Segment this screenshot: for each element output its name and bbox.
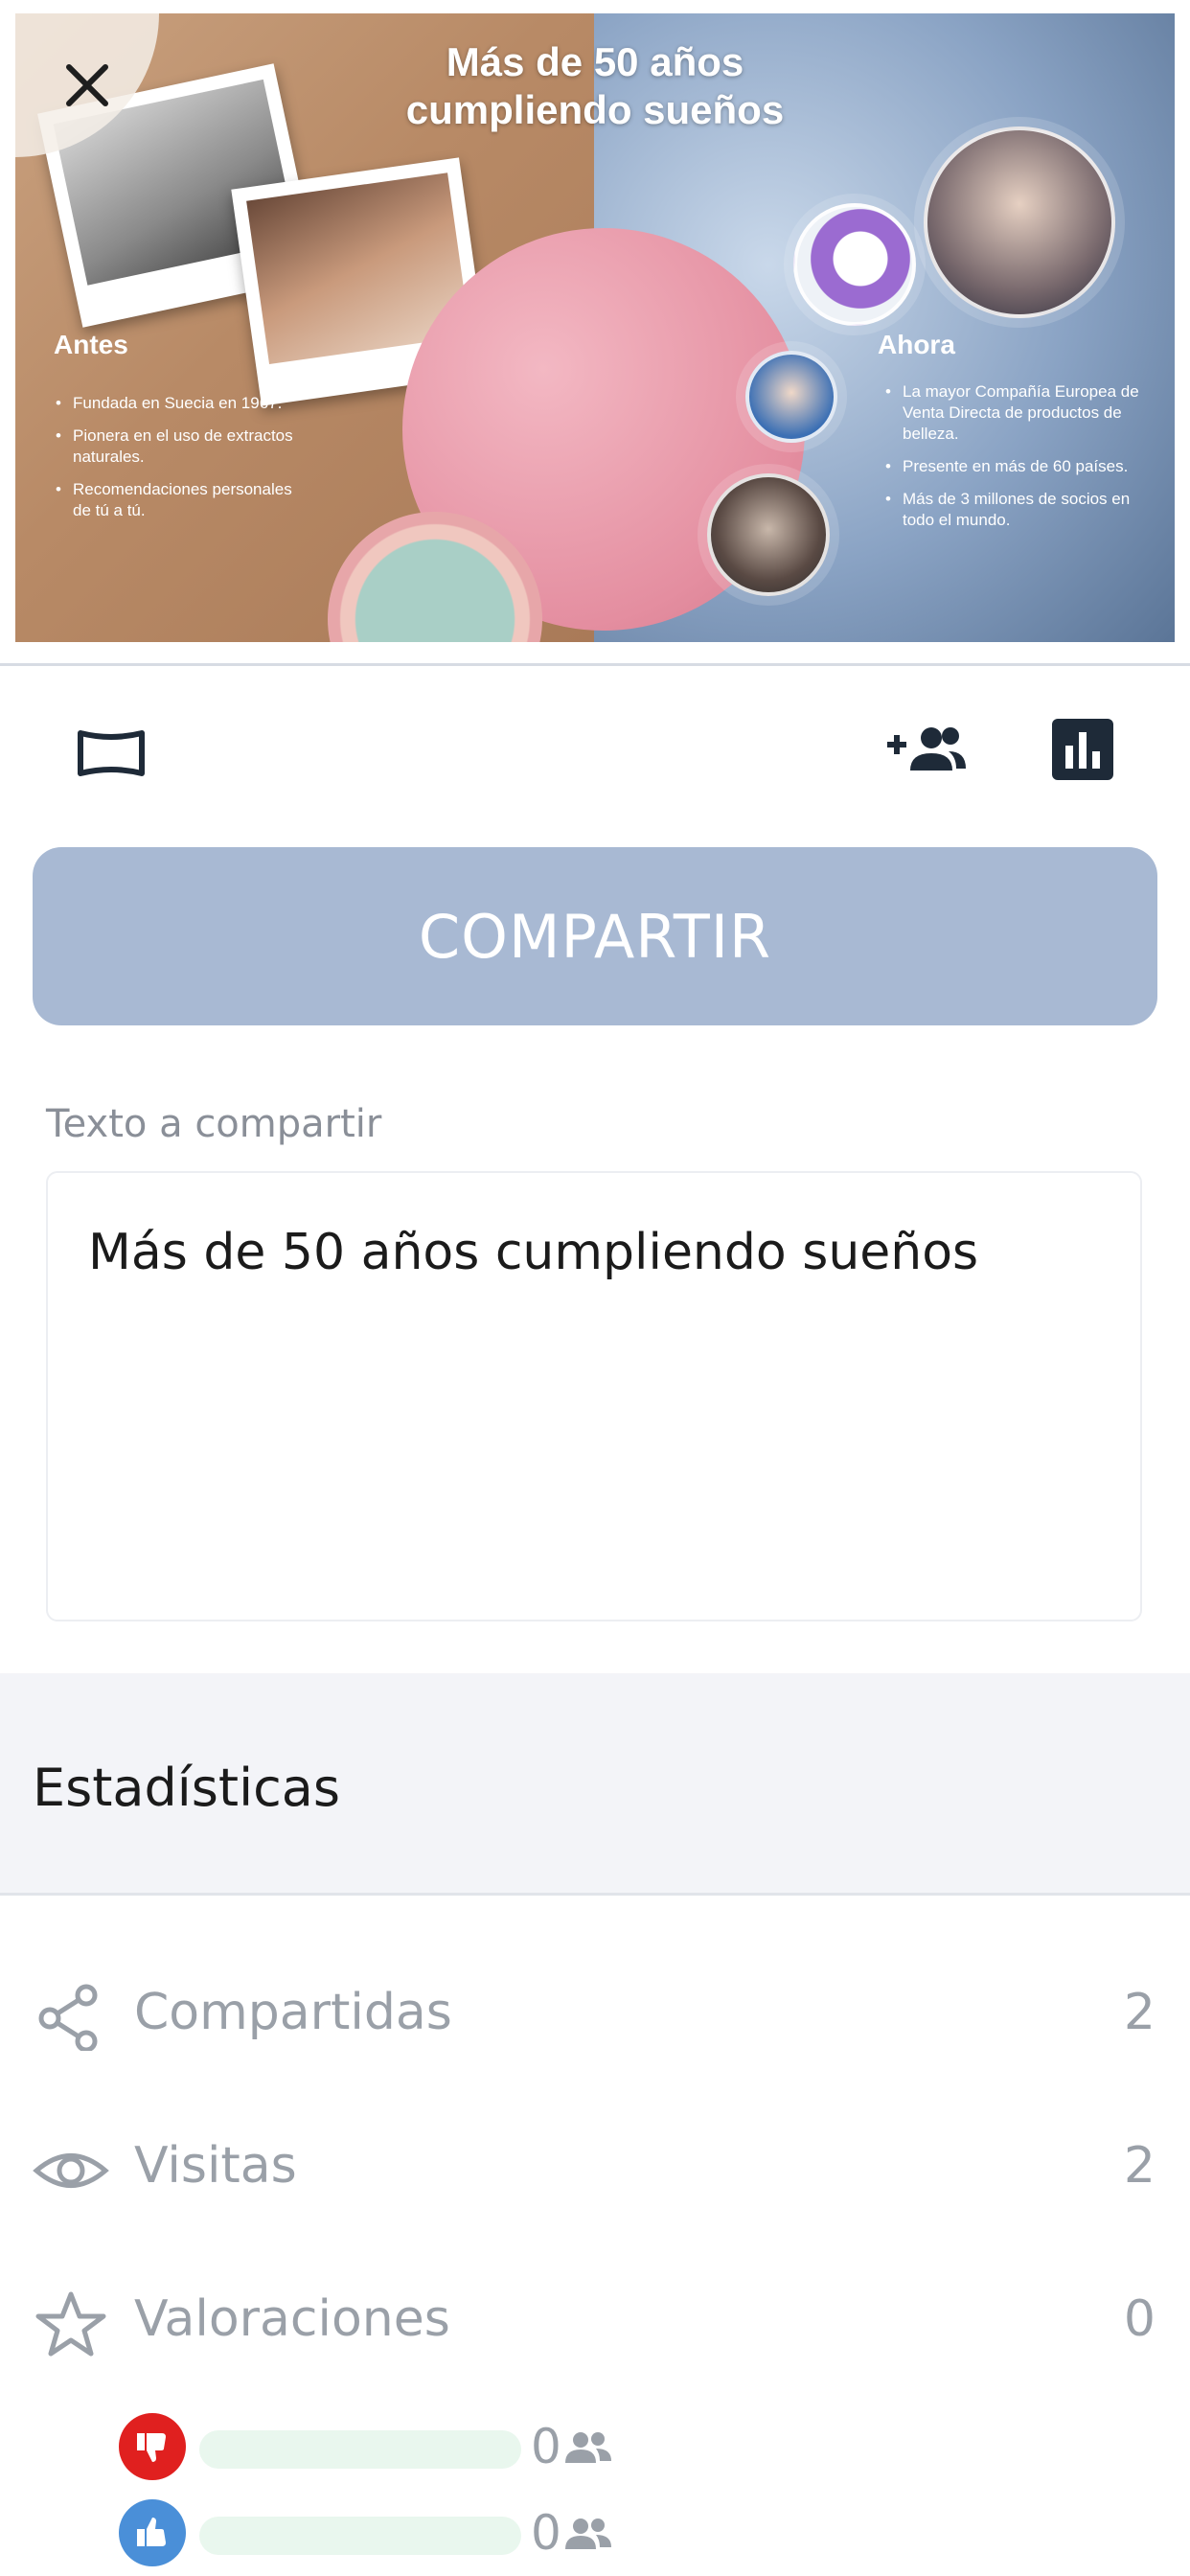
list-item: Pionera en el uso de extractos naturales… [54,426,312,468]
statistics-header: Estadísticas [0,1673,1190,1896]
stat-row-visits: Visitas 2 [0,2114,1190,2220]
list-item: Presente en más de 60 países. [883,456,1152,477]
bar-chart-icon [1052,719,1113,780]
slide-list-antes: Fundada en Suecia en 1967. Pionera en el… [54,393,312,533]
stat-row-ratings: Valoraciones 0 [0,2267,1190,2373]
list-item: Fundada en Suecia en 1967. [54,393,312,414]
photo-bubble-group [707,473,830,596]
statistics-title: Estadísticas [33,1758,341,1818]
like-row: 0 [0,2496,1190,2572]
like-count: 0 [531,2505,561,2561]
stat-value: 2 [1123,1984,1156,2041]
action-toolbar [0,667,1190,836]
add-user-icon [887,727,966,770]
stat-label: Valoraciones [134,2290,450,2348]
stat-value: 2 [1123,2137,1156,2195]
stat-label: Visitas [134,2137,297,2195]
photo-bubble-model [745,351,837,443]
stat-row-shares: Compartidas 2 [0,1961,1190,2066]
slide-preview: Más de 50 años cumpliendo sueños Antes F… [0,0,1190,667]
add-user-button[interactable] [874,711,979,788]
photo-bubble-people [924,126,1115,318]
photo-bubble-lab [793,203,916,326]
slide-image: Más de 50 años cumpliendo sueños Antes F… [15,13,1175,642]
dislike-count: 0 [531,2419,561,2474]
stat-label: Compartidas [134,1984,452,2041]
slide-title: Más de 50 años cumpliendo sueños [405,39,785,132]
like-bar [199,2517,521,2555]
slide-heading-antes: Antes [54,330,128,359]
slide-heading-ahora: Ahora [878,330,955,359]
people-icon [565,2432,611,2463]
statistics-button[interactable] [1037,711,1129,788]
share-button[interactable]: COMPARTIR [33,847,1157,1025]
share-icon [38,1984,98,2051]
dislike-row: 0 [0,2409,1190,2486]
dislike-bar [199,2430,521,2469]
close-icon [66,64,108,106]
share-text-field[interactable]: Más de 50 años cumpliendo sueños [46,1171,1142,1622]
list-item: Más de 3 millones de socios en todo el m… [883,489,1152,531]
thumbs-down-icon [119,2413,186,2480]
share-text-label: Texto a compartir [46,1102,382,1146]
star-icon [35,2291,106,2357]
slide-list-ahora: La mayor Compañía Europea de Venta Direc… [883,381,1152,542]
fullscreen-icon [78,730,145,776]
stat-value: 0 [1123,2290,1156,2348]
people-icon [565,2518,611,2549]
thumbs-up-icon [119,2499,186,2566]
divider [0,663,1190,666]
fullscreen-button[interactable] [63,717,159,790]
list-item: La mayor Compañía Europea de Venta Direc… [883,381,1152,445]
list-item: Recomendaciones personales de tú a tú. [54,479,312,521]
eye-icon [33,2153,109,2188]
